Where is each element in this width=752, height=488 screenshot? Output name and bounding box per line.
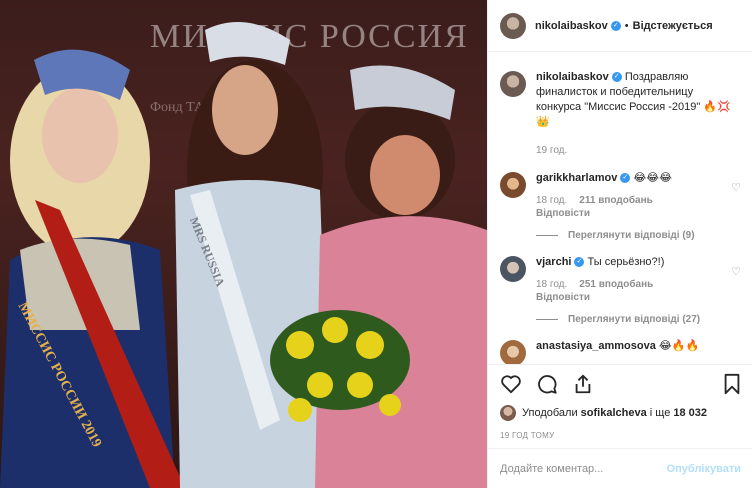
comment-username[interactable]: garikkharlamov — [536, 172, 617, 184]
replies-line — [536, 235, 558, 236]
comment-avatar[interactable] — [500, 172, 526, 198]
header-separator: • — [624, 19, 629, 32]
post-actions: Уподобали sofikalcheva і ще 18 032 19 ГО… — [488, 364, 752, 440]
comment-text: Ты серьёзно?!) — [587, 256, 665, 268]
like-comment-heart-icon[interactable]: ♡ — [729, 181, 741, 194]
verified-badge-icon: ✓ — [611, 72, 622, 83]
post-side-panel: nikolaibaskov ✓ • Відстежується nikolaib… — [487, 0, 752, 488]
caption: nikolaibaskov ✓ Поздравляю финалисток и п… — [500, 70, 741, 157]
view-replies-label[interactable]: Переглянути відповіді (9) — [568, 230, 695, 241]
like-heart-icon[interactable] — [500, 374, 522, 394]
caption-avatar[interactable] — [500, 71, 526, 97]
replies-line — [536, 319, 558, 320]
reply-button[interactable]: Відповісти — [536, 208, 590, 219]
reply-button[interactable]: Відповісти — [536, 292, 590, 303]
comment-text: 😂😂😂 — [633, 172, 672, 184]
comment-item: vjarchi ✓ Ты серьёзно?!) 18 год. 251 вподо… — [500, 255, 741, 304]
comment-time[interactable]: 18 год. — [536, 195, 567, 206]
liker-username[interactable]: sofikalcheva — [581, 407, 647, 419]
comment-likes[interactable]: 211 вподобань — [579, 195, 652, 206]
comment-item: garikkharlamov ✓ 😂😂😂 18 год. 211 вподобань… — [500, 171, 741, 220]
view-replies-label[interactable]: Переглянути відповіді (27) — [568, 314, 700, 325]
comment-item: anastasiya_ammosova 😂🔥🔥 — [500, 339, 741, 364]
likes-summary[interactable]: Уподобали sofikalcheva і ще 18 032 — [500, 405, 741, 421]
add-comment-bar: Опублікувати — [488, 448, 752, 488]
verified-badge-icon: ✓ — [610, 20, 621, 31]
add-comment-input[interactable] — [500, 462, 667, 475]
following-button[interactable]: Відстежується — [633, 20, 713, 32]
verified-badge-icon: ✓ — [620, 173, 631, 184]
post-comment-button[interactable]: Опублікувати — [667, 463, 741, 475]
comment-avatar[interactable] — [500, 340, 526, 364]
author-username[interactable]: nikolaibaskov — [535, 20, 608, 32]
likes-count[interactable]: 18 032 — [673, 407, 707, 419]
comment-text: 😂🔥🔥 — [658, 340, 700, 352]
post-header: nikolaibaskov ✓ • Відстежується — [488, 0, 752, 52]
comments-list[interactable]: nikolaibaskov ✓ Поздравляю финалисток и п… — [488, 52, 752, 364]
like-comment-heart-icon[interactable]: ♡ — [729, 265, 741, 278]
author-avatar[interactable] — [500, 12, 526, 39]
view-replies-button[interactable]: Переглянути відповіді (27) — [536, 314, 741, 325]
save-bookmark-icon[interactable] — [723, 373, 741, 395]
share-icon[interactable] — [572, 373, 594, 395]
comment-time[interactable]: 18 год. — [536, 279, 567, 290]
view-replies-button[interactable]: Переглянути відповіді (9) — [536, 230, 741, 241]
comment-username[interactable]: vjarchi — [536, 256, 571, 268]
liker-avatar[interactable] — [500, 405, 516, 421]
comment-likes[interactable]: 251 вподобань — [579, 279, 653, 290]
likes-prefix: Уподобали — [522, 407, 578, 419]
post-photo[interactable]: МИССИС РОССИЯ Фонд ТА Ж МИССИС РОССИИ 20… — [0, 0, 487, 488]
caption-username[interactable]: nikolaibaskov — [536, 71, 609, 83]
likes-middle: і ще — [649, 407, 671, 419]
caption-time[interactable]: 19 год. — [536, 145, 567, 156]
post-timestamp[interactable]: 19 ГОД ТОМУ — [500, 431, 741, 440]
comment-bubble-icon[interactable] — [536, 373, 558, 395]
verified-badge-icon: ✓ — [574, 257, 585, 268]
comment-username[interactable]: anastasiya_ammosova — [536, 340, 656, 352]
comment-avatar[interactable] — [500, 256, 526, 282]
